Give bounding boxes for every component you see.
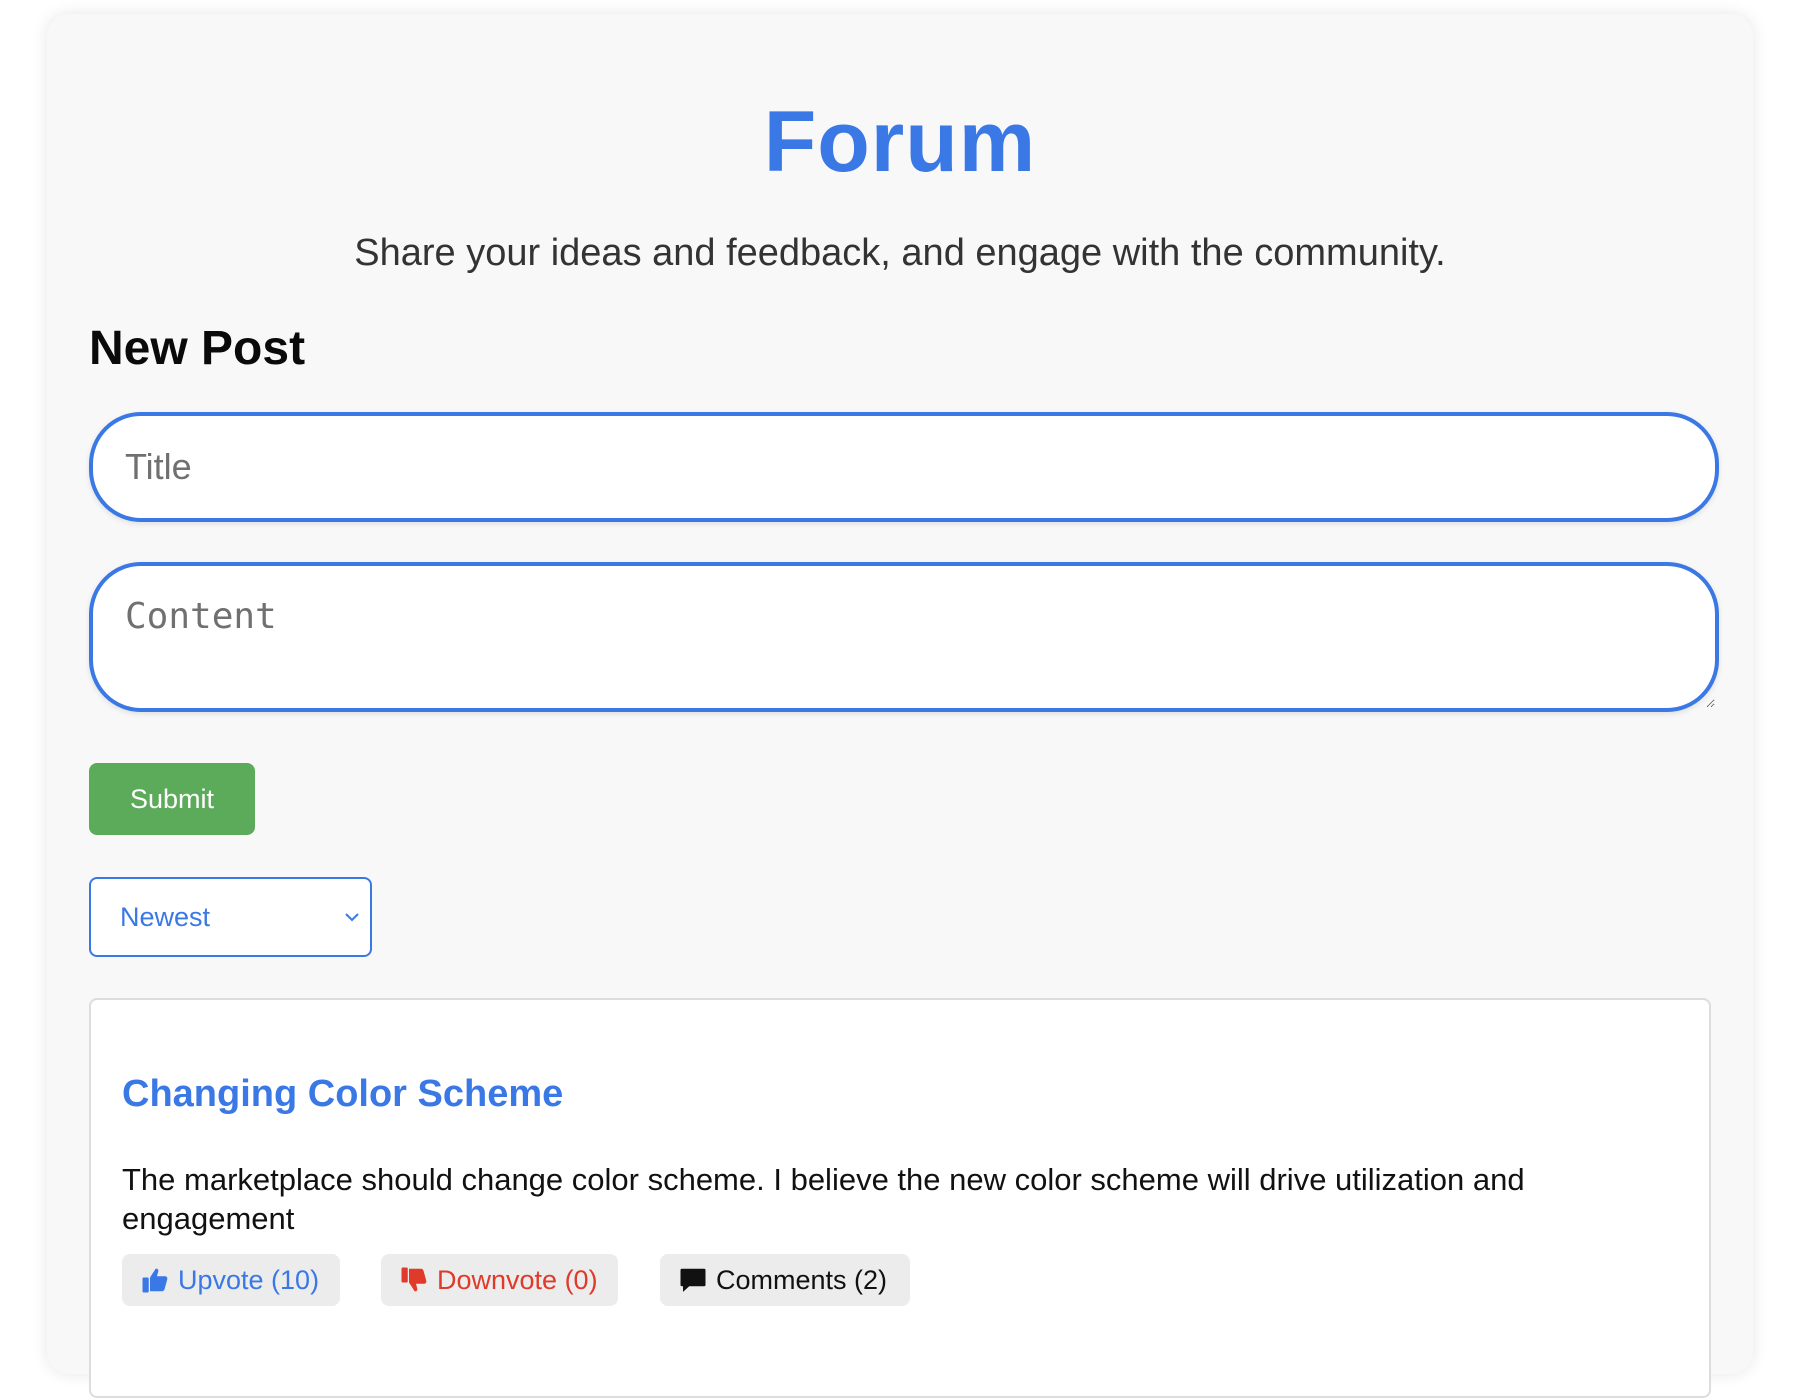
sort-select[interactable]: Newest [89,877,372,957]
sort-select-value: Newest [120,901,211,932]
chevron-down-icon [345,913,359,922]
comments-button[interactable]: Comments (2) [660,1254,910,1306]
post-card: Changing Color Scheme The marketplace sh… [89,998,1711,1398]
downvote-button[interactable]: Downvote (0) [381,1254,618,1306]
submit-button[interactable]: Submit [89,763,255,835]
upvote-label: Upvote (10) [178,1264,320,1295]
page-subtitle: Share your ideas and feedback, and engag… [354,232,1446,274]
forum-panel: Forum Share your ideas and feedback, and… [47,14,1753,1398]
post-content-textarea[interactable] [89,562,1719,712]
post-body: The marketplace should change color sche… [122,1162,1525,1236]
upvote-button[interactable]: Upvote (10) [122,1254,340,1306]
comments-label: Comments (2) [716,1264,888,1295]
thumbs-down-icon [401,1267,427,1292]
new-post-heading: New Post [89,322,306,375]
downvote-label: Downvote (0) [437,1264,598,1295]
post-title-input[interactable] [89,412,1719,522]
page-title: Forum [763,94,1037,190]
thumbs-up-icon [142,1268,168,1293]
post-title[interactable]: Changing Color Scheme [122,1075,563,1113]
comment-icon [680,1268,706,1292]
